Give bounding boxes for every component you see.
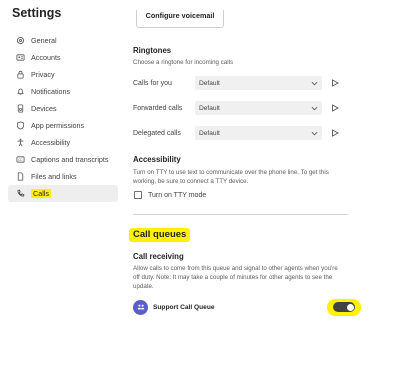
configure-voicemail-button[interactable]: Configure voicemail: [136, 10, 224, 28]
sidebar-item-accessibility[interactable]: Accessibility: [8, 134, 118, 151]
tty-mode-label: Turn on TTY mode: [148, 191, 207, 199]
sidebar-item-label: Privacy: [31, 70, 55, 79]
ringtones-note: Choose a ringtone for incoming calls: [133, 59, 234, 66]
settings-title: Settings: [12, 6, 62, 20]
ringtone-label: Forwarded calls: [133, 104, 183, 112]
call-receiving-note-line2: off duty. Note: It may take a couple of …: [133, 274, 333, 281]
sidebar-item-calls[interactable]: Calls: [8, 185, 118, 202]
call-receiving-note-line1: Allow calls to come from this queue and …: [133, 265, 338, 272]
settings-sidebar: Settings General Accounts Privacy Notifi…: [0, 0, 120, 372]
sidebar-item-label: General: [31, 36, 57, 45]
call-queues-title: Call queues: [129, 228, 191, 242]
call-receiving-heading: Call receiving: [133, 252, 184, 261]
play-icon[interactable]: [331, 79, 339, 87]
accounts-icon: [15, 53, 25, 63]
chevron-down-icon: [311, 81, 318, 85]
sidebar-item-label: Calls: [31, 189, 51, 198]
sidebar-item-label: Files and links: [31, 172, 77, 181]
sidebar-item-label: Devices: [31, 104, 57, 113]
ringtone-select-delegated-calls[interactable]: Default: [195, 126, 322, 140]
sidebar-item-app-permissions[interactable]: App permissions: [8, 117, 118, 134]
call-queue-name: Support Call Queue: [153, 303, 215, 311]
ringtone-select-calls-for-you[interactable]: Default: [195, 76, 322, 90]
sidebar-item-label: Accounts: [31, 53, 61, 62]
toggle-knob: [346, 303, 354, 311]
call-queue-toggle[interactable]: [333, 302, 355, 312]
accessibility-note-line1: Turn on TTY to use text to communicate o…: [133, 169, 329, 176]
accessibility-icon: [15, 138, 25, 148]
play-icon[interactable]: [331, 129, 339, 137]
ringtones-heading: Ringtones: [133, 46, 172, 55]
ringtone-row-forwarded-calls: Forwarded calls Default: [133, 100, 363, 116]
call-queue-avatar: [133, 299, 148, 315]
shield-icon: [15, 121, 25, 131]
ringtone-select-forwarded-calls[interactable]: Default: [195, 101, 322, 115]
gear-icon: [15, 36, 25, 46]
chevron-down-icon: [311, 131, 318, 135]
section-divider: [133, 214, 348, 215]
svg-text:CC: CC: [17, 158, 22, 162]
chevron-down-icon: [311, 106, 318, 110]
ringtone-row-delegated-calls: Delegated calls Default: [133, 125, 363, 141]
sidebar-item-label: Accessibility: [31, 138, 71, 147]
configure-voicemail-label: Configure voicemail: [145, 11, 215, 20]
ringtone-label: Delegated calls: [133, 129, 181, 137]
ringtone-label: Calls for you: [133, 79, 172, 87]
accessibility-heading: Accessibility: [133, 155, 181, 164]
play-icon[interactable]: [331, 104, 339, 112]
sidebar-item-notifications[interactable]: Notifications: [8, 83, 118, 100]
bell-icon: [15, 87, 25, 97]
calls-settings-panel: Configure voicemail Ringtones Choose a r…: [120, 0, 400, 372]
sidebar-item-label: Notifications: [31, 87, 71, 96]
sidebar-item-label: Captions and transcripts: [31, 155, 109, 164]
settings-nav: General Accounts Privacy Notifications D…: [8, 32, 118, 202]
sidebar-item-files-and-links[interactable]: Files and links: [8, 168, 118, 185]
tty-mode-row[interactable]: Turn on TTY mode: [134, 191, 206, 199]
ringtone-select-value: Default: [199, 129, 220, 137]
sidebar-item-label: App permissions: [31, 121, 85, 130]
sidebar-item-devices[interactable]: Devices: [8, 100, 118, 117]
devices-icon: [15, 104, 25, 114]
sidebar-item-captions[interactable]: CC Captions and transcripts: [8, 151, 118, 168]
call-queue-toggle-highlight: [327, 298, 361, 316]
tty-mode-checkbox[interactable]: [134, 191, 142, 199]
call-receiving-note-line3: update.: [133, 283, 154, 290]
file-icon: [15, 172, 25, 182]
phone-icon: [15, 189, 25, 199]
ringtone-select-value: Default: [199, 79, 220, 87]
ringtone-row-calls-for-you: Calls for you Default: [133, 75, 363, 91]
accessibility-note-line2: working, be sure to connect a TTY device…: [133, 178, 249, 185]
captions-icon: CC: [15, 155, 25, 165]
sidebar-item-privacy[interactable]: Privacy: [8, 66, 118, 83]
lock-icon: [15, 70, 25, 80]
call-queue-item: Support Call Queue: [133, 298, 361, 316]
people-icon: [137, 304, 144, 310]
sidebar-item-general[interactable]: General: [8, 32, 118, 49]
ringtone-select-value: Default: [199, 104, 220, 112]
sidebar-item-accounts[interactable]: Accounts: [8, 49, 118, 66]
